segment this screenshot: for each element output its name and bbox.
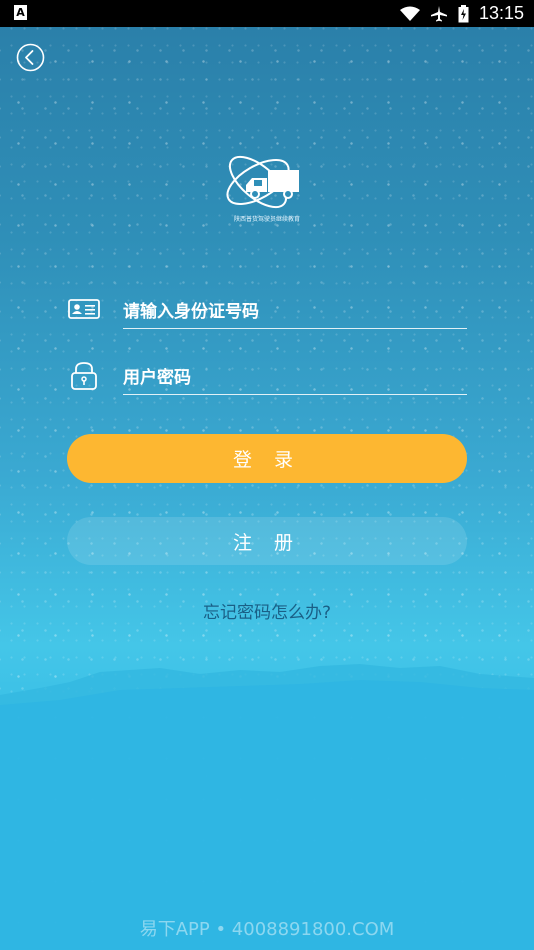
login-screen: A 13:15 陕西普货驾驶员继续教育 请输入身份证号码 用户密码 登 录 注 … (0, 0, 534, 950)
forgot-password-link[interactable]: 忘记密码怎么办? (0, 598, 534, 623)
password-input[interactable]: 用户密码 (123, 356, 467, 395)
airplane-icon (430, 5, 447, 21)
id-number-input[interactable]: 请输入身份证号码 (123, 290, 467, 329)
wifi-icon (399, 6, 420, 21)
mountain-silhouette (0, 664, 534, 950)
id-number-field-group: 请输入身份证号码 (67, 290, 467, 330)
back-button[interactable] (16, 43, 45, 72)
status-icons: 13:15 (399, 0, 524, 27)
app-logo (226, 155, 299, 209)
login-button[interactable]: 登 录 (67, 434, 467, 483)
notification-icon: A (14, 5, 27, 20)
lock-icon (71, 362, 97, 390)
logo-tagline: 陕西普货驾驶员继续教育 (233, 216, 300, 223)
password-field-group: 用户密码 (67, 356, 467, 396)
battery-icon (458, 4, 469, 22)
register-button[interactable]: 注 册 (67, 517, 467, 565)
watermark: 易下APP • 4008891800.COM (139, 919, 395, 940)
status-bar: A 13:15 (0, 0, 534, 27)
status-clock: 13:15 (478, 3, 524, 23)
id-card-icon (68, 299, 100, 319)
